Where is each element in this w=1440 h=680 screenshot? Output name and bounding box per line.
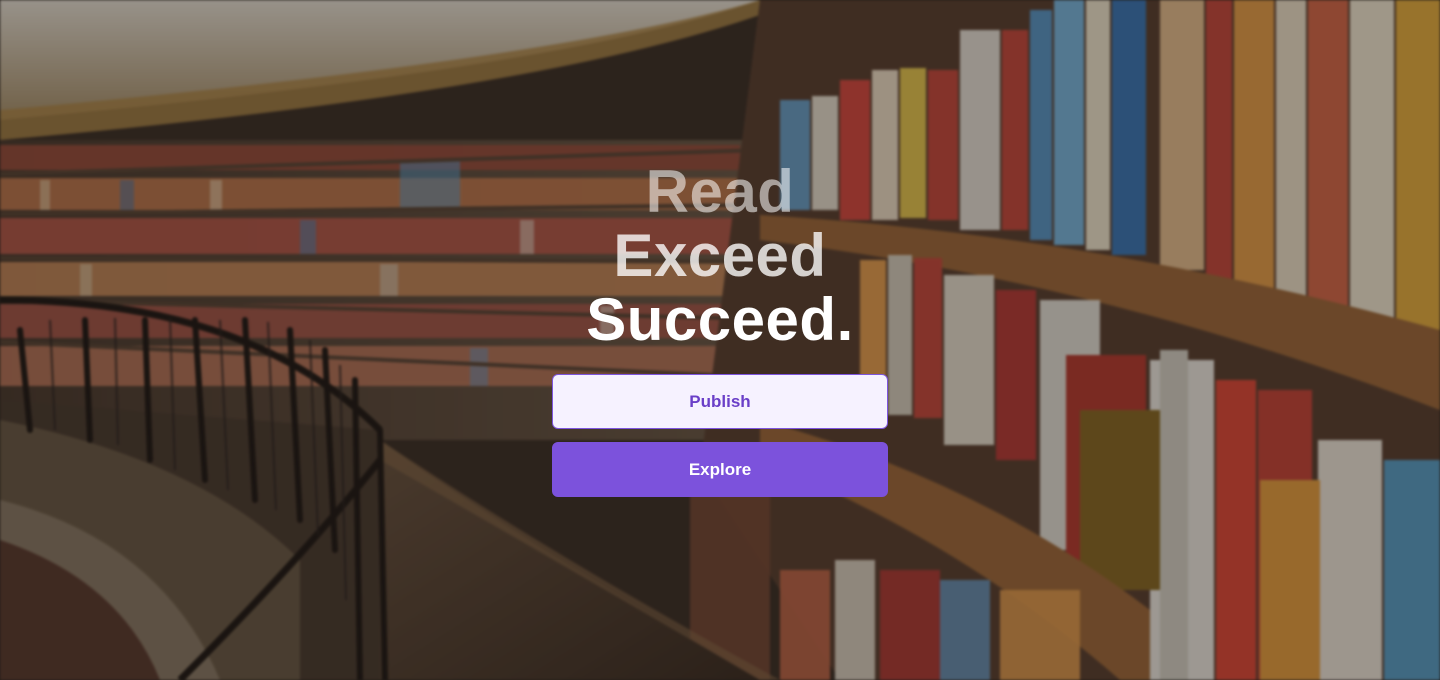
hero-section: Read Exceed Succeed. Publish Explore: [0, 0, 1440, 680]
headline-line-succeed: Succeed.: [586, 286, 854, 353]
explore-button[interactable]: Explore: [552, 442, 888, 497]
explore-button-label: Explore: [688, 459, 752, 479]
publish-button[interactable]: Publish: [552, 374, 888, 429]
hero-content: Read Exceed Succeed. Publish Explore: [552, 160, 888, 497]
headline-line-exceed: Exceed: [613, 222, 827, 289]
headline-line-read: Read: [645, 158, 795, 225]
publish-button-label: Publish: [689, 391, 751, 411]
